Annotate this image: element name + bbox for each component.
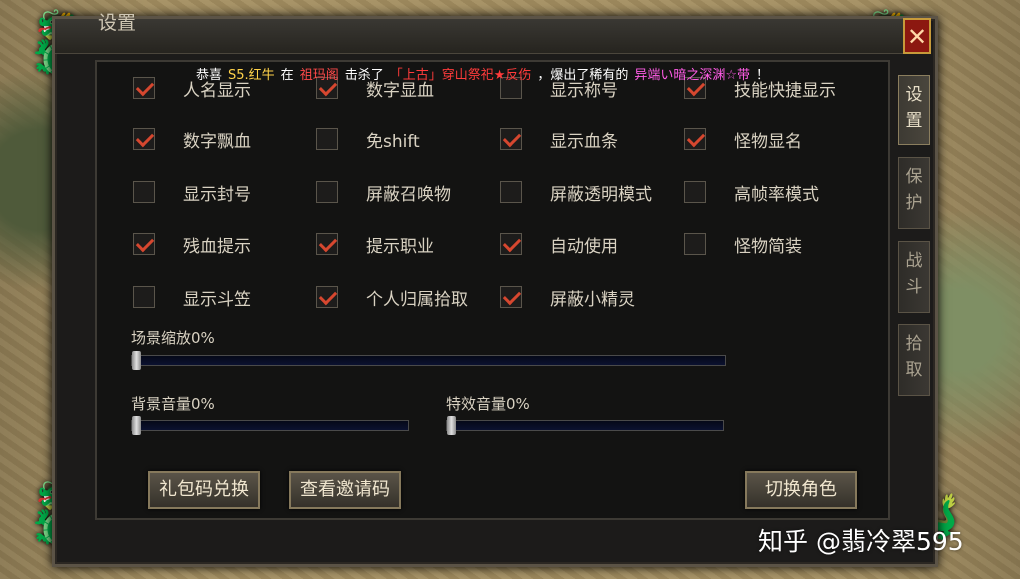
watermark: 知乎 @翡冷翠595	[758, 527, 964, 556]
option-label: 提示职业	[366, 237, 434, 257]
option-checkbox[interactable]	[684, 128, 706, 150]
option-label: 自动使用	[550, 237, 618, 257]
option-label: 免shift	[366, 132, 420, 152]
slider-label: 背景音量0%	[131, 395, 215, 413]
tab-1[interactable]: 设置	[898, 75, 930, 145]
slider-handle[interactable]	[132, 416, 141, 435]
option-label: 个人归属拾取	[366, 290, 468, 310]
switch-role-button[interactable]: 切换角色	[745, 471, 857, 509]
broadcast-segment: 异端い暗之深渊☆带	[634, 68, 751, 83]
option-label: 显示封号	[183, 185, 251, 205]
option-checkbox[interactable]	[500, 233, 522, 255]
option-label: 屏蔽透明模式	[550, 185, 652, 205]
broadcast-segment: S5.红牛	[228, 68, 275, 83]
broadcast-segment: 「上古」穿山祭祀★反伤	[389, 68, 532, 83]
option-label: 显示血条	[550, 132, 618, 152]
slider-track[interactable]	[131, 351, 726, 370]
option-checkbox[interactable]	[133, 233, 155, 255]
broadcast-segment: ！	[756, 68, 770, 83]
tab-2[interactable]: 保护	[898, 157, 930, 229]
option-checkbox[interactable]	[500, 128, 522, 150]
option-checkbox[interactable]	[133, 77, 155, 99]
option-label: 显示斗笠	[183, 290, 251, 310]
slider-label: 场景缩放0%	[131, 329, 215, 347]
option-checkbox[interactable]	[316, 233, 338, 255]
option-checkbox[interactable]	[133, 128, 155, 150]
option-label: 屏蔽小精灵	[550, 290, 635, 310]
option-label: 数字飘血	[183, 132, 251, 152]
option-checkbox[interactable]	[684, 181, 706, 203]
option-label: 怪物简装	[734, 237, 802, 257]
slider-track[interactable]	[446, 416, 724, 435]
option-checkbox[interactable]	[316, 181, 338, 203]
option-checkbox[interactable]	[684, 233, 706, 255]
broadcast-segment: 击杀了	[344, 68, 384, 83]
slider-handle[interactable]	[447, 416, 456, 435]
option-label: 屏蔽召唤物	[366, 185, 451, 205]
tab-3[interactable]: 战斗	[898, 241, 930, 313]
system-broadcast-message: 恭喜 S5.红牛在祖玛阁 击杀了 「上古」穿山祭祀★反伤 ，爆出了稀有的 异端い暗之深渊☆…	[196, 64, 826, 86]
view-invite-code-button[interactable]: 查看邀请码	[289, 471, 401, 509]
slider-track[interactable]	[131, 416, 409, 435]
option-label: 怪物显名	[734, 132, 802, 152]
window-title: 设置	[98, 12, 137, 34]
option-label: 高帧率模式	[734, 185, 819, 205]
broadcast-segment: 祖玛阁	[299, 68, 339, 83]
broadcast-segment: ，爆出了稀有的	[537, 68, 629, 83]
option-checkbox[interactable]	[133, 181, 155, 203]
option-checkbox[interactable]	[500, 286, 522, 308]
close-button[interactable]: ✕	[903, 18, 931, 54]
option-checkbox[interactable]	[316, 128, 338, 150]
option-checkbox[interactable]	[500, 181, 522, 203]
tab-4[interactable]: 拾取	[898, 324, 930, 396]
broadcast-segment: 在	[280, 68, 294, 83]
option-checkbox[interactable]	[316, 286, 338, 308]
broadcast-segment: 恭喜	[196, 68, 223, 83]
option-checkbox[interactable]	[133, 286, 155, 308]
gift-code-button[interactable]: 礼包码兑换	[148, 471, 260, 509]
slider-label: 特效音量0%	[446, 395, 530, 413]
slider-handle[interactable]	[132, 351, 141, 370]
option-label: 残血提示	[183, 237, 251, 257]
